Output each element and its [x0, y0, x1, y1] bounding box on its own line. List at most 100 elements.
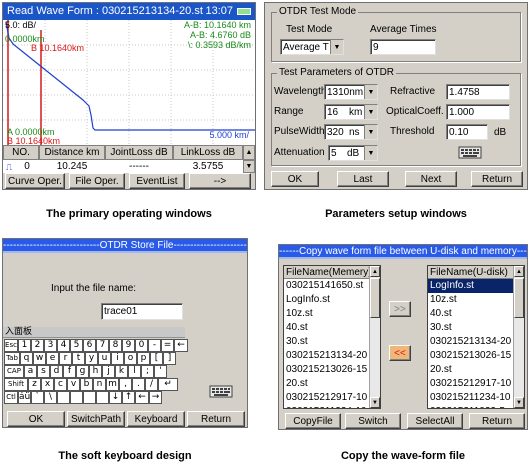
keyboard-button[interactable]: Keyboard [127, 411, 185, 427]
key-3-10[interactable]: / [145, 378, 158, 391]
copy-file-button[interactable]: CopyFile [285, 413, 341, 429]
key-2-3[interactable]: d [50, 365, 63, 378]
scroll-down-icon[interactable]: ▼ [514, 397, 524, 408]
key-2-9[interactable]: l [128, 365, 141, 378]
range-select[interactable]: 16 km ▼ [324, 104, 378, 120]
key-3-5[interactable]: b [80, 378, 93, 391]
key-1-3[interactable]: e [46, 352, 59, 365]
key-3-0[interactable]: Shift [4, 378, 28, 391]
key-3-11[interactable]: ↵ [158, 378, 178, 391]
key-0-11[interactable]: - [148, 339, 161, 352]
key-3-4[interactable]: v [67, 378, 80, 391]
attenuation-select[interactable]: 5 dB ▼ [328, 145, 378, 161]
test-mode-select[interactable]: Average T ▼ [280, 39, 344, 55]
wavelength-select[interactable]: 1310nm ▼ [324, 84, 378, 100]
key-4-7[interactable] [96, 391, 109, 404]
list-item[interactable]: 20.st [284, 377, 369, 391]
key-4-8[interactable]: ↓ [109, 391, 122, 404]
scroll-down-icon[interactable]: ▼ [370, 397, 380, 408]
key-0-10[interactable]: 0 [135, 339, 148, 352]
list-item[interactable]: 030215213026-15 [284, 363, 369, 377]
key-2-2[interactable]: s [37, 365, 50, 378]
scroll-thumb[interactable] [514, 278, 524, 318]
switch-button[interactable]: Switch [345, 413, 401, 429]
key-0-12[interactable]: = [161, 339, 174, 352]
key-4-4[interactable] [57, 391, 70, 404]
key-3-3[interactable]: c [54, 378, 67, 391]
key-1-1[interactable]: q [20, 352, 33, 365]
threshold-input[interactable]: 0.10 [446, 124, 488, 140]
key-2-8[interactable]: k [115, 365, 128, 378]
copy-to-udisk-button[interactable]: >> [389, 301, 411, 317]
key-1-7[interactable]: u [98, 352, 111, 365]
key-0-2[interactable]: 2 [31, 339, 44, 352]
last-button[interactable]: Last [337, 171, 389, 187]
key-0-6[interactable]: 6 [83, 339, 96, 352]
waveform-plot[interactable]: 5.0: dB/ 0.0000km B 10.1640km A-B: 10.16… [3, 20, 255, 145]
list-item[interactable]: 30.st [284, 335, 369, 349]
key-1-12[interactable]: ] [163, 352, 176, 365]
list-item[interactable]: 030215211234-10 [284, 405, 369, 408]
list-item[interactable]: 030215211234-10 [428, 391, 513, 405]
key-4-5[interactable] [70, 391, 83, 404]
key-4-9[interactable]: ↑ [122, 391, 135, 404]
key-0-5[interactable]: 5 [70, 339, 83, 352]
list-item[interactable]: 030215211022-5. [428, 405, 513, 408]
list-item[interactable]: 40.st [284, 321, 369, 335]
ok-button[interactable]: OK [7, 411, 65, 427]
key-1-8[interactable]: i [111, 352, 124, 365]
return-button[interactable]: Return [469, 413, 525, 429]
key-4-0[interactable]: Ctl [4, 391, 18, 404]
key-1-6[interactable]: y [85, 352, 98, 365]
keyboard-icon[interactable] [458, 144, 482, 160]
key-0-13[interactable]: ← [174, 339, 188, 352]
scroll-up-icon[interactable]: ▲ [370, 266, 380, 277]
key-1-2[interactable]: w [33, 352, 46, 365]
ok-button[interactable]: OK [271, 171, 319, 187]
table-scroll-down[interactable]: ▼ [243, 160, 255, 173]
list-item[interactable]: 30.st [428, 321, 513, 335]
key-2-5[interactable]: g [76, 365, 89, 378]
filename-input[interactable]: trace01 [101, 303, 183, 320]
list-item[interactable]: 10z.st [428, 293, 513, 307]
return-button[interactable]: Return [471, 171, 523, 187]
list-item[interactable]: 030215212917-10 [284, 391, 369, 405]
key-4-3[interactable]: \ [44, 391, 57, 404]
key-0-4[interactable]: 4 [57, 339, 70, 352]
list-item[interactable]: 10z.st [284, 307, 369, 321]
list-item[interactable]: 030215213134-20 [284, 349, 369, 363]
key-4-11[interactable]: → [149, 391, 162, 404]
table-scroll-up[interactable]: ▲ [243, 145, 255, 160]
key-4-2[interactable]: ` [31, 391, 44, 404]
keyboard-toggle-icon[interactable] [209, 383, 233, 399]
key-0-8[interactable]: 8 [109, 339, 122, 352]
list-item[interactable]: 030215212917-10 [428, 377, 513, 391]
key-2-10[interactable]: ; [141, 365, 154, 378]
key-1-9[interactable]: o [124, 352, 137, 365]
return-button[interactable]: Return [187, 411, 245, 427]
switch-path-button[interactable]: SwitchPath [67, 411, 125, 427]
list-item[interactable]: LogInfo.st [428, 279, 513, 293]
table-row[interactable]: ⎍ 0 10.245 ------ 3.5755 ▼ [3, 160, 255, 173]
key-3-7[interactable]: m [106, 378, 119, 391]
key-4-10[interactable]: ← [135, 391, 149, 404]
key-2-6[interactable]: h [89, 365, 102, 378]
key-4-1[interactable]: áü [18, 391, 31, 404]
key-2-0[interactable]: CAP [4, 365, 24, 378]
udisk-file-list[interactable]: FileName(U-disk) LogInfo.st 10z.st 40.st 30… [427, 265, 525, 409]
list-item[interactable]: 40.st [428, 307, 513, 321]
key-0-3[interactable]: 3 [44, 339, 57, 352]
key-1-0[interactable]: Tab [4, 352, 20, 365]
scroll-thumb[interactable] [370, 278, 380, 318]
copy-to-memory-button[interactable]: << [389, 345, 411, 361]
key-2-7[interactable]: j [102, 365, 115, 378]
select-all-button[interactable]: SelectAll [407, 413, 463, 429]
event-list-button[interactable]: EventList [129, 173, 185, 189]
pulse-width-select[interactable]: 320 ns ▼ [324, 124, 378, 140]
memory-list-scrollbar[interactable]: ▲ ▼ [369, 266, 380, 408]
key-3-6[interactable]: n [93, 378, 106, 391]
key-1-5[interactable]: t [72, 352, 85, 365]
list-item[interactable]: 030215141650.st [284, 279, 369, 293]
key-0-7[interactable]: 7 [96, 339, 109, 352]
refractive-input[interactable]: 1.4758 [446, 84, 510, 100]
